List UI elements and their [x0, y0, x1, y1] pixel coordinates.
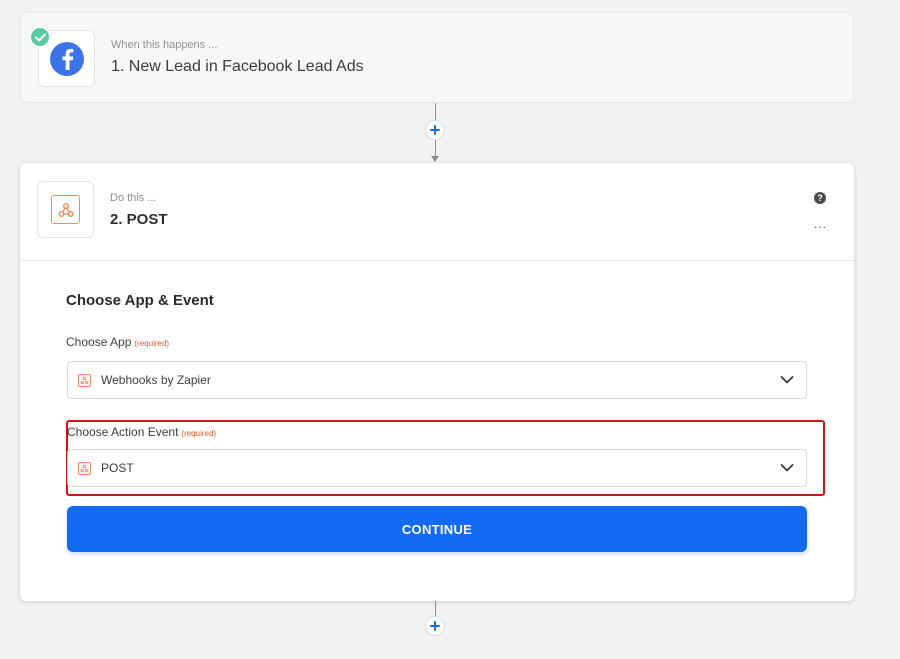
zap-editor-canvas: When this happens ... 1. New Lead in Fac… — [0, 0, 900, 659]
action-subtitle: Do this ... — [110, 192, 157, 204]
choose-action-event-label-text: Choose Action Event — [67, 425, 179, 439]
continue-button[interactable]: CONTINUE — [67, 506, 807, 552]
action-app-tile — [37, 181, 94, 238]
add-step-button[interactable] — [425, 120, 445, 140]
choose-action-event-label: Choose Action Event (required) — [67, 425, 216, 439]
trigger-title: 1. New Lead in Facebook Lead Ads — [111, 58, 364, 75]
webhook-icon — [51, 195, 80, 224]
connector-line — [435, 601, 436, 616]
choose-app-select[interactable]: Webhooks by Zapier — [67, 361, 807, 399]
facebook-icon — [49, 41, 84, 76]
section-title: Choose App & Event — [66, 292, 214, 309]
trigger-step-card[interactable]: When this happens ... 1. New Lead in Fac… — [20, 12, 854, 103]
choose-action-event-value: POST — [101, 461, 134, 475]
choose-app-value: Webhooks by Zapier — [101, 373, 211, 387]
chevron-down-icon — [780, 464, 794, 472]
trigger-subtitle: When this happens ... — [111, 39, 218, 51]
action-title: 2. POST — [110, 211, 168, 228]
question-icon[interactable]: ? — [814, 192, 826, 204]
more-icon[interactable]: ... — [814, 218, 827, 230]
divider — [20, 260, 854, 261]
webhook-icon — [78, 462, 91, 475]
check-icon — [29, 26, 51, 48]
required-tag: (required) — [134, 339, 170, 348]
chevron-down-icon — [780, 376, 794, 384]
connector-line — [435, 140, 436, 156]
plus-icon — [430, 125, 440, 135]
plus-icon — [430, 621, 440, 631]
webhook-icon — [78, 374, 91, 387]
arrow-down-icon — [431, 156, 439, 162]
connector-line — [435, 103, 436, 120]
choose-app-label: Choose App (required) — [66, 335, 169, 349]
choose-app-label-text: Choose App — [66, 335, 132, 349]
choose-action-event-select[interactable]: POST — [67, 449, 807, 487]
action-step-card: Do this ... 2. POST ? ... Choose App & E… — [20, 163, 854, 601]
add-step-button[interactable] — [425, 616, 445, 636]
required-tag: (required) — [181, 429, 217, 438]
